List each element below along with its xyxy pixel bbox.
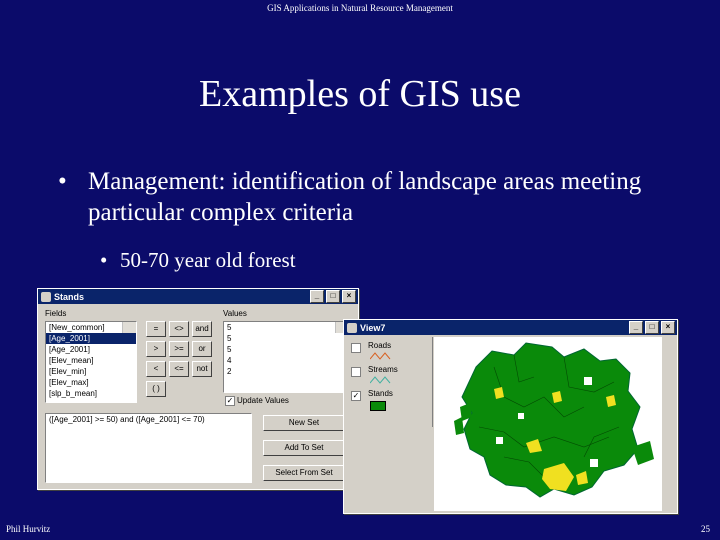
view-window-titlebar[interactable]: View7 _ □ × (344, 320, 677, 335)
value-item[interactable]: 2 (224, 366, 349, 377)
query-window-titlebar[interactable]: Stands _ □ × (38, 289, 358, 304)
streams-symbol (370, 376, 391, 384)
fields-label: Fields (45, 309, 67, 318)
streams-label: Streams (368, 365, 398, 374)
close-icon[interactable]: × (342, 290, 356, 303)
query-window-title: Stands (54, 291, 85, 302)
query-window: Stands _ □ × Fields [New_common] [Age_200… (37, 288, 359, 490)
select-from-set-button[interactable]: Select From Set (263, 465, 345, 481)
operator-button[interactable]: >= (169, 341, 189, 357)
operator-button[interactable]: ( ) (146, 381, 166, 397)
stands-checkbox[interactable]: ✓ (351, 391, 361, 401)
view-window: View7 _ □ × Roads Streams ✓ Stands (343, 319, 678, 514)
operator-button[interactable]: <= (169, 361, 189, 377)
close-icon[interactable]: × (661, 321, 675, 334)
fields-list[interactable]: [New_common] [Age_2001] [Age_2001] [Elev_me… (45, 321, 137, 403)
values-label: Values (223, 309, 247, 318)
operator-button[interactable]: < (146, 361, 166, 377)
add-to-set-button[interactable]: Add To Set (263, 440, 345, 456)
roads-label: Roads (368, 341, 392, 350)
slide-header: GIS Applications in Natural Resource Man… (267, 3, 453, 13)
view-icon (347, 322, 357, 333)
operator-button[interactable]: or (192, 341, 212, 357)
bullet-dot: • (58, 168, 67, 195)
field-item[interactable]: [Elev_min] (46, 366, 136, 377)
slide-title: Examples of GIS use (199, 73, 521, 115)
footer-author: Phil Hurvitz (6, 524, 51, 534)
values-list[interactable]: 55542 (223, 321, 350, 393)
operator-button[interactable]: not (192, 361, 212, 377)
minimize-icon[interactable]: _ (310, 290, 324, 303)
sub-bullet-dot: • (100, 248, 108, 272)
field-item[interactable]: [Elev_max] (46, 377, 136, 388)
sub-bullet-text: 50-70 year old forest (120, 248, 296, 272)
roads-checkbox[interactable] (351, 343, 361, 353)
map-canvas[interactable] (434, 337, 662, 511)
operator-button[interactable]: > (146, 341, 166, 357)
stands-map (454, 342, 654, 498)
operator-button[interactable]: and (192, 321, 212, 337)
new-set-button[interactable]: New Set (263, 415, 345, 431)
value-item[interactable]: 5 (224, 333, 349, 344)
slide-number: 25 (701, 524, 710, 534)
stands-label: Stands (368, 389, 393, 398)
value-item[interactable]: 5 (224, 322, 349, 333)
roads-symbol (370, 352, 391, 360)
operator-button[interactable]: <> (169, 321, 189, 337)
field-item[interactable]: [Elev_mean] (46, 355, 136, 366)
update-values-label: Update Values (237, 396, 289, 405)
app-icon (41, 291, 51, 302)
update-values-checkbox[interactable]: ✓ (225, 396, 235, 406)
fields-scrollbar[interactable] (122, 322, 136, 333)
expression-box[interactable]: ([Age_2001] >= 50) and ([Age_2001] <= 70… (45, 413, 252, 483)
expression-text: ([Age_2001] >= 50) and ([Age_2001] <= 70… (49, 415, 205, 424)
table-of-contents: Roads Streams ✓ Stands (346, 337, 433, 427)
stands-symbol (370, 401, 386, 411)
value-item[interactable]: 5 (224, 344, 349, 355)
minimize-icon[interactable]: _ (629, 321, 643, 334)
value-item[interactable]: 4 (224, 355, 349, 366)
view-window-title: View7 (360, 322, 386, 333)
field-item[interactable]: [Age_2001] (46, 333, 136, 344)
maximize-icon[interactable]: □ (645, 321, 659, 334)
maximize-icon[interactable]: □ (326, 290, 340, 303)
field-item[interactable]: [slp_b_mean] (46, 388, 136, 399)
field-item[interactable]: [Age_2001] (46, 344, 136, 355)
bullet-text: Management: identification of landscape … (88, 168, 642, 226)
operator-button[interactable]: = (146, 321, 166, 337)
streams-checkbox[interactable] (351, 367, 361, 377)
